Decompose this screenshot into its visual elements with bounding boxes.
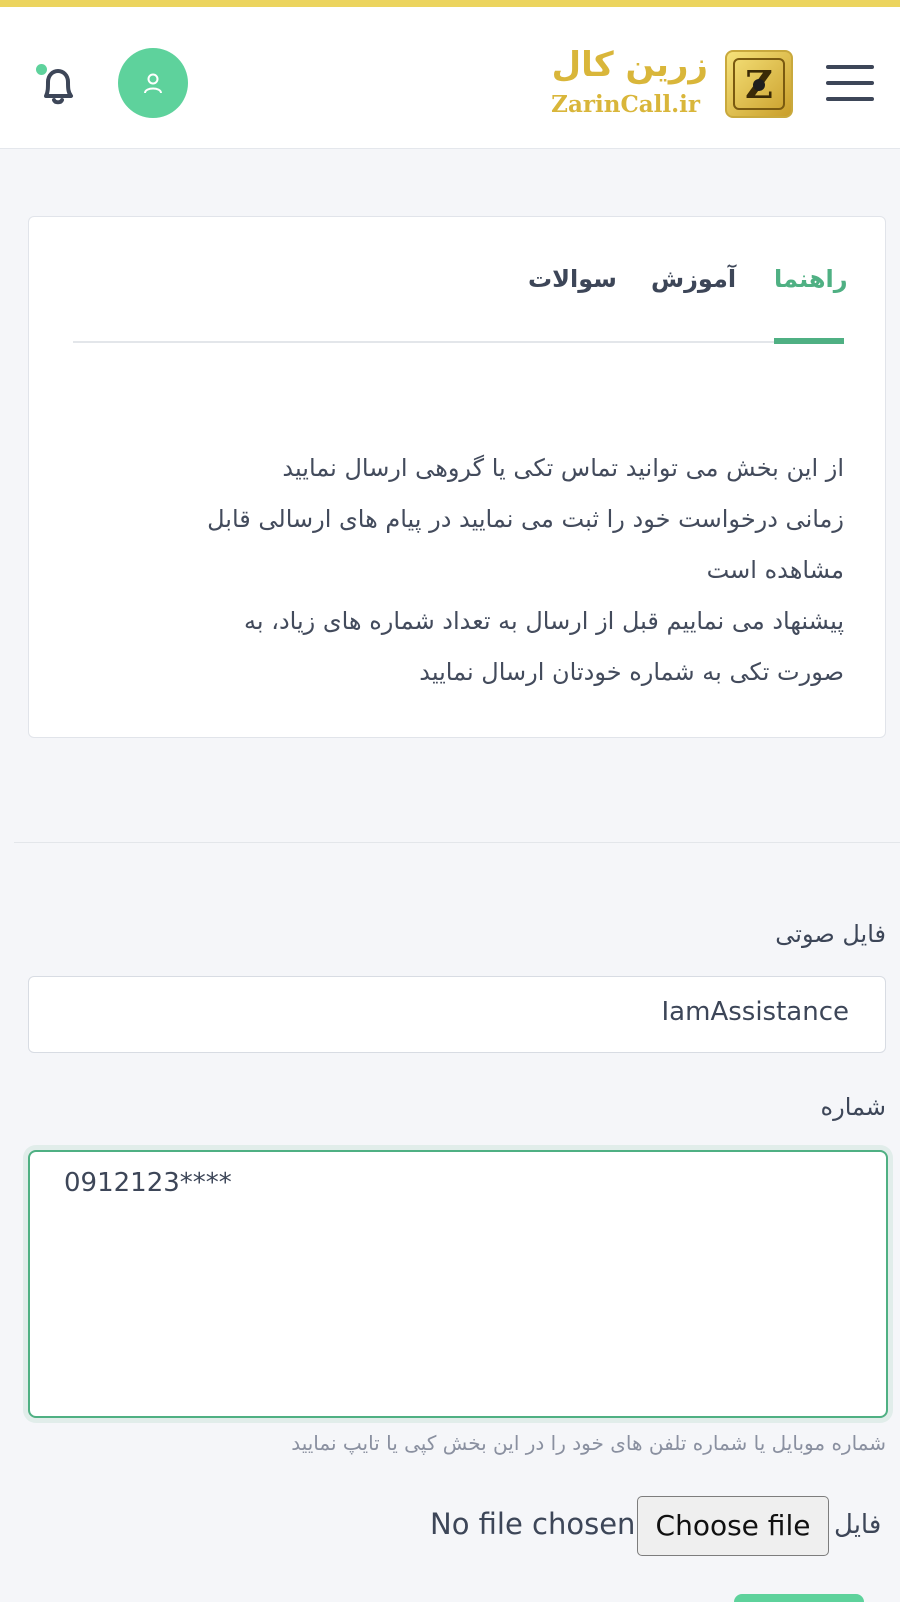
number-value: 0912123**** [64, 1168, 232, 1198]
logo-text-persian: زرین کال [551, 45, 708, 85]
logo-text-english: ZarinCall.ir [551, 91, 700, 118]
guide-text: از این بخش می توانید تماس تکی یا گروهی ا… [99, 443, 844, 698]
guide-line: از این بخش می توانید تماس تکی یا گروهی ا… [282, 454, 844, 482]
active-tab-indicator [774, 338, 844, 344]
guide-line: زمانی درخواست خود را ثبت می نمایید در پی… [207, 505, 844, 533]
hamburger-menu-icon[interactable] [826, 65, 874, 105]
tab-guide[interactable]: راهنما [774, 265, 848, 301]
audio-file-select[interactable]: IamAssistance [28, 976, 886, 1053]
guide-line: صورت تکی به شماره خودتان ارسال نمایید [419, 658, 844, 686]
app-header: Z زرین کال ZarinCall.ir [0, 7, 900, 149]
guide-card: راهنما آموزش سوالات از این بخش می توانید… [28, 216, 886, 738]
avatar[interactable] [118, 48, 188, 118]
audio-file-label: فایل صوتی [775, 920, 886, 948]
tab-tutorial[interactable]: آموزش [651, 265, 736, 301]
tabs-divider [73, 341, 844, 343]
tab-faq[interactable]: سوالات [528, 265, 617, 301]
section-divider [14, 842, 900, 843]
choose-file-button[interactable]: Choose file [637, 1496, 829, 1556]
audio-file-value: IamAssistance [661, 997, 849, 1027]
submit-button-peek[interactable] [734, 1594, 864, 1602]
user-icon [144, 73, 162, 94]
file-status: No file chosen [430, 1507, 636, 1541]
notification-dot [36, 64, 47, 75]
file-label: فایل [834, 1510, 882, 1540]
top-accent-stripe [0, 0, 900, 7]
guide-line: مشاهده است [706, 556, 844, 584]
guide-line: پیشنهاد می نماییم قبل از ارسال به تعداد … [244, 607, 844, 635]
logo-icon: Z [725, 50, 793, 118]
number-textarea[interactable]: 0912123**** [28, 1150, 888, 1418]
number-label: شماره [820, 1093, 886, 1121]
number-help-text: شماره موبایل یا شماره تلفن های خود را در… [291, 1431, 886, 1455]
